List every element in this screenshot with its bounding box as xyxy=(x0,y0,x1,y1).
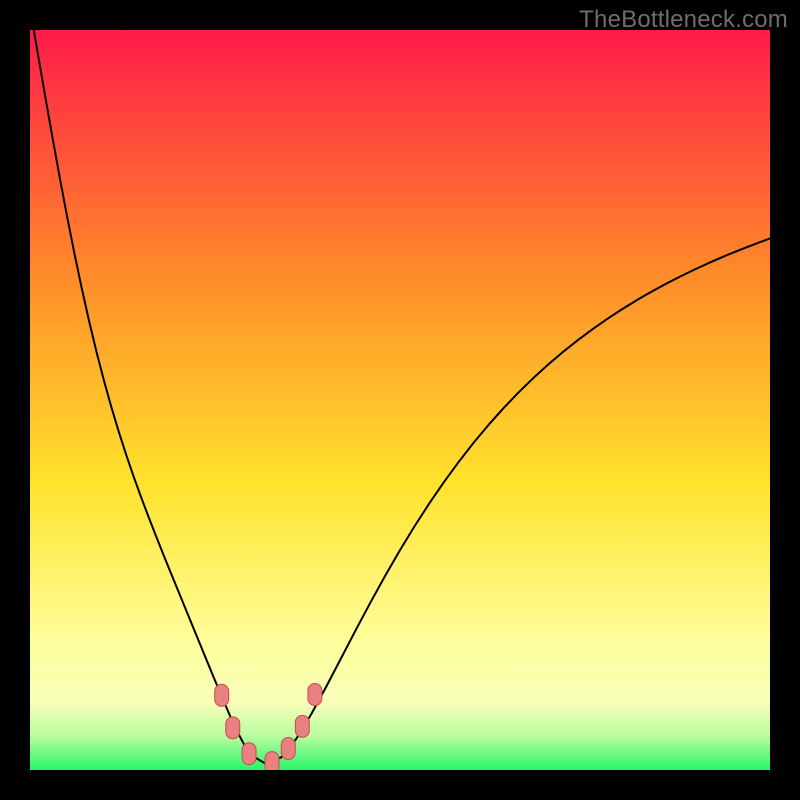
curve-marker xyxy=(295,715,309,737)
bottleneck-chart xyxy=(30,30,770,770)
gradient-background xyxy=(30,30,770,770)
curve-marker xyxy=(265,752,279,770)
watermark-text: TheBottleneck.com xyxy=(579,6,788,34)
curve-marker xyxy=(242,743,256,765)
curve-marker xyxy=(281,738,295,760)
curve-marker xyxy=(226,717,240,739)
curve-marker xyxy=(308,684,322,706)
chart-frame: TheBottleneck.com xyxy=(0,0,800,800)
curve-marker xyxy=(215,684,229,706)
